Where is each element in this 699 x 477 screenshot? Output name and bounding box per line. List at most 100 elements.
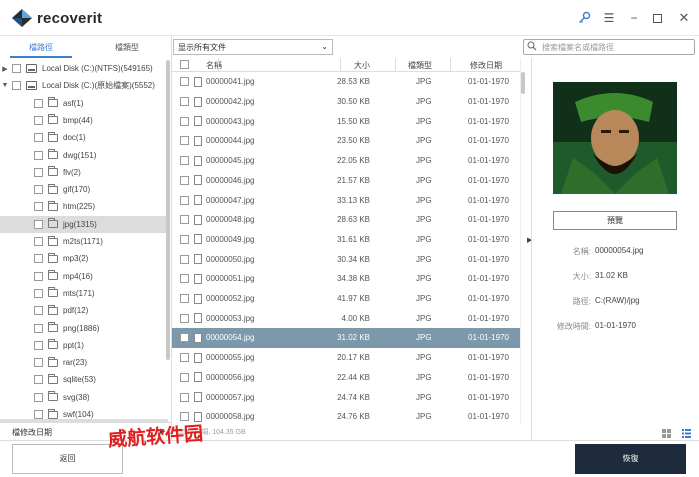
- tree-checkbox[interactable]: [34, 340, 43, 350]
- column-name[interactable]: 名稱: [206, 60, 222, 71]
- tree-checkbox[interactable]: [34, 375, 43, 385]
- row-checkbox[interactable]: [180, 195, 189, 205]
- disk-tree-item[interactable]: ▼ Local Disk (C:)(原始檔案)(5552): [0, 77, 166, 94]
- key-icon[interactable]: [578, 11, 591, 24]
- folder-tree-item[interactable]: sqlite(53): [0, 371, 166, 388]
- folder-tree-item[interactable]: pdf(12): [0, 302, 166, 319]
- tree-checkbox[interactable]: [34, 167, 43, 177]
- tree-checkbox[interactable]: [12, 81, 21, 91]
- row-checkbox[interactable]: [180, 254, 189, 264]
- folder-tree-item[interactable]: mp4(16): [0, 268, 166, 285]
- column-type[interactable]: 檔類型: [408, 60, 432, 71]
- table-row[interactable]: 00000049.jpg 31.61 KB JPG 01-01-1970: [172, 230, 520, 250]
- folder-tree-item[interactable]: png(1886): [0, 320, 166, 337]
- row-checkbox[interactable]: [180, 392, 189, 402]
- expand-toggle-icon[interactable]: ▼: [0, 82, 10, 89]
- folder-tree-item[interactable]: svg(38): [0, 389, 166, 406]
- table-row[interactable]: 00000058.jpg 24.76 KB JPG 01-01-1970: [172, 407, 520, 424]
- tree-checkbox[interactable]: [34, 202, 43, 212]
- tree-checkbox[interactable]: [34, 306, 43, 316]
- row-checkbox[interactable]: [180, 156, 189, 166]
- preview-button[interactable]: 預覽: [553, 211, 677, 230]
- tree-checkbox[interactable]: [34, 133, 43, 143]
- tree-checkbox[interactable]: [34, 254, 43, 264]
- table-row[interactable]: 00000041.jpg 28.53 KB JPG 01-01-1970: [172, 72, 520, 92]
- file-list-scrollbar[interactable]: [521, 72, 525, 94]
- folder-tree-item[interactable]: gif(170): [0, 181, 166, 198]
- disk-tree-item[interactable]: ▶ Local Disk (C:)(NTFS)(549165): [0, 60, 166, 77]
- row-checkbox[interactable]: [180, 313, 189, 323]
- row-checkbox[interactable]: [180, 274, 189, 284]
- tree-checkbox[interactable]: [34, 323, 43, 333]
- folder-tree-item[interactable]: swf(104): [0, 406, 166, 420]
- maximize-icon[interactable]: [653, 14, 662, 23]
- tree-checkbox[interactable]: [34, 392, 43, 402]
- row-checkbox[interactable]: [180, 215, 189, 225]
- folder-tree-item[interactable]: m2ts(1171): [0, 233, 166, 250]
- table-row[interactable]: 00000045.jpg 22.05 KB JPG 01-01-1970: [172, 151, 520, 171]
- tree-checkbox[interactable]: [34, 185, 43, 195]
- folder-tree-item[interactable]: rar(23): [0, 354, 166, 371]
- tree-scrollbar[interactable]: [166, 60, 170, 360]
- folder-tree-item[interactable]: htm(225): [0, 198, 166, 215]
- table-row[interactable]: 00000046.jpg 21.57 KB JPG 01-01-1970: [172, 171, 520, 191]
- table-row[interactable]: 00000044.jpg 23.50 KB JPG 01-01-1970: [172, 131, 520, 151]
- recover-button[interactable]: 恢復: [575, 444, 686, 474]
- column-size[interactable]: 大小: [354, 60, 370, 71]
- row-checkbox[interactable]: [180, 333, 189, 343]
- table-row[interactable]: 00000047.jpg 33.13 KB JPG 01-01-1970: [172, 190, 520, 210]
- tree-checkbox[interactable]: [34, 288, 43, 298]
- table-row[interactable]: 00000054.jpg 31.02 KB JPG 01-01-1970: [172, 328, 520, 348]
- file-list-scroll-track[interactable]: [520, 58, 526, 424]
- menu-icon[interactable]: ☰: [601, 10, 617, 26]
- select-all-checkbox[interactable]: [180, 60, 189, 69]
- table-row[interactable]: 00000050.jpg 30.34 KB JPG 01-01-1970: [172, 249, 520, 269]
- tree-checkbox[interactable]: [12, 64, 21, 73]
- table-row[interactable]: 00000053.jpg 4.00 KB JPG 01-01-1970: [172, 308, 520, 328]
- folder-tree-item[interactable]: ppt(1): [0, 337, 166, 354]
- table-row[interactable]: 00000057.jpg 24.74 KB JPG 01-01-1970: [172, 387, 520, 407]
- search-input[interactable]: 搜索檔案名或檔路徑: [523, 39, 695, 55]
- row-checkbox[interactable]: [180, 136, 189, 146]
- row-checkbox[interactable]: [180, 116, 189, 126]
- tree-checkbox[interactable]: [34, 150, 43, 160]
- folder-tree-item[interactable]: doc(1): [0, 129, 166, 146]
- table-row[interactable]: 00000048.jpg 28.63 KB JPG 01-01-1970: [172, 210, 520, 230]
- table-row[interactable]: 00000052.jpg 41.97 KB JPG 01-01-1970: [172, 289, 520, 309]
- tree-checkbox[interactable]: [34, 358, 43, 368]
- column-date[interactable]: 修改日期: [470, 60, 502, 71]
- close-icon[interactable]: ✕: [676, 10, 692, 26]
- table-row[interactable]: 00000055.jpg 20.17 KB JPG 01-01-1970: [172, 348, 520, 368]
- minimize-icon[interactable]: −: [626, 10, 642, 26]
- tree-checkbox[interactable]: [34, 98, 43, 108]
- tree-checkbox[interactable]: [34, 410, 43, 419]
- table-row[interactable]: 00000051.jpg 34.38 KB JPG 01-01-1970: [172, 269, 520, 289]
- row-checkbox[interactable]: [180, 175, 189, 185]
- folder-tree-item[interactable]: bmp(44): [0, 112, 166, 129]
- tab-type[interactable]: 檔類型: [96, 42, 158, 58]
- row-checkbox[interactable]: [180, 294, 189, 304]
- tree-checkbox[interactable]: [34, 271, 43, 281]
- file-filter-select[interactable]: 显示所有文件 ⌄: [173, 39, 333, 55]
- folder-tree-item[interactable]: mp3(2): [0, 250, 166, 267]
- row-checkbox[interactable]: [180, 372, 189, 382]
- back-button[interactable]: 返回: [12, 444, 123, 474]
- row-checkbox[interactable]: [180, 234, 189, 244]
- row-checkbox[interactable]: [180, 353, 189, 363]
- folder-tree-item[interactable]: dwg(151): [0, 147, 166, 164]
- folder-tree-item[interactable]: flv(2): [0, 164, 166, 181]
- table-row[interactable]: 00000043.jpg 15.50 KB JPG 01-01-1970: [172, 111, 520, 131]
- table-row[interactable]: 00000056.jpg 22.44 KB JPG 01-01-1970: [172, 368, 520, 388]
- expand-toggle-icon[interactable]: ▶: [0, 65, 10, 73]
- tree-checkbox[interactable]: [34, 219, 43, 229]
- folder-tree-item[interactable]: jpg(1315): [0, 215, 166, 233]
- row-checkbox[interactable]: [180, 97, 189, 107]
- row-checkbox[interactable]: [180, 77, 189, 87]
- folder-tree-item[interactable]: mts(171): [0, 285, 166, 302]
- folder-tree-item[interactable]: asf(1): [0, 95, 166, 112]
- table-row[interactable]: 00000042.jpg 30.50 KB JPG 01-01-1970: [172, 92, 520, 112]
- file-size: 20.17 KB: [337, 353, 370, 363]
- tree-checkbox[interactable]: [34, 237, 43, 246]
- tab-path[interactable]: 檔路徑: [10, 42, 72, 58]
- tree-checkbox[interactable]: [34, 115, 43, 125]
